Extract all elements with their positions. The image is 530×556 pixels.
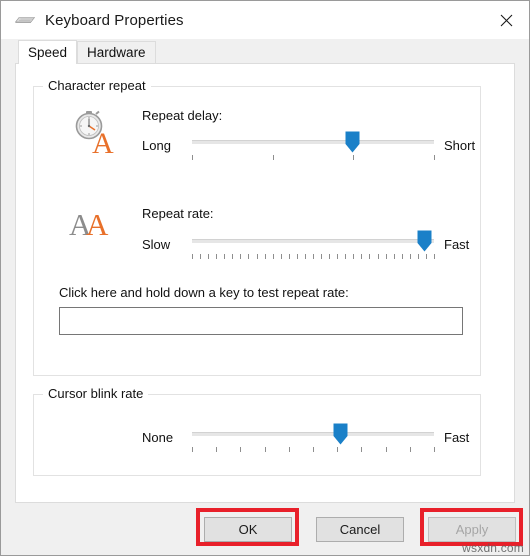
repeat-rate-slider[interactable] — [192, 230, 435, 260]
group-character-repeat-title: Character repeat — [43, 78, 151, 93]
group-cursor-blink-rate: Cursor blink rate None Fast — [33, 386, 481, 476]
repeat-delay-label: Repeat delay: — [142, 108, 223, 123]
ok-button[interactable]: OK — [204, 517, 292, 542]
tab-hardware[interactable]: Hardware — [77, 41, 156, 63]
svg-text:A: A — [92, 127, 114, 155]
repeat-delay-slider-ticks — [192, 155, 435, 161]
title-bar: Keyboard Properties — [1, 1, 529, 39]
repeat-delay-min-label: Long — [142, 138, 171, 153]
cursor-blink-min-label: None — [142, 430, 174, 445]
tab-speed[interactable]: Speed — [18, 40, 78, 64]
group-character-repeat: Character repeat A Repeat delay: Long Sh… — [33, 78, 481, 376]
repeat-rate-slider-track[interactable] — [192, 239, 434, 243]
stopwatch-letter-a-icon: A — [69, 109, 117, 160]
tab-strip: Speed Hardware — [1, 39, 529, 64]
cursor-blink-rate-slider-thumb[interactable] — [333, 423, 348, 445]
cursor-blink-rate-slider[interactable] — [192, 423, 435, 453]
double-letter-a-icon: A A — [69, 205, 117, 242]
window-title: Keyboard Properties — [45, 11, 184, 29]
close-icon[interactable] — [484, 1, 529, 39]
cancel-button[interactable]: Cancel — [316, 517, 404, 542]
repeat-rate-min-label: Slow — [142, 237, 171, 252]
repeat-rate-slider-ticks — [192, 254, 435, 260]
cursor-blink-rate-slider-ticks — [192, 447, 435, 453]
cursor-blink-max-label: Fast — [444, 430, 470, 445]
keyboard-icon — [14, 11, 36, 29]
repeat-rate-max-label: Fast — [444, 237, 470, 252]
keyboard-properties-window: Keyboard Properties Speed Hardware Chara… — [0, 0, 530, 556]
group-cursor-blink-rate-title: Cursor blink rate — [43, 386, 149, 401]
tab-page-speed: Character repeat A Repeat delay: Long Sh… — [15, 63, 515, 503]
repeat-delay-slider-thumb[interactable] — [345, 131, 360, 153]
repeat-test-caption: Click here and hold down a key to test r… — [59, 285, 349, 300]
apply-button: Apply — [428, 517, 516, 542]
dialog-button-bar: OK Cancel Apply — [1, 503, 529, 555]
watermark: wsxdn.com — [462, 541, 524, 555]
repeat-delay-slider-track[interactable] — [192, 140, 434, 144]
repeat-rate-label: Repeat rate: — [142, 206, 214, 221]
repeat-delay-slider[interactable] — [192, 131, 435, 161]
repeat-rate-slider-thumb[interactable] — [417, 230, 432, 252]
repeat-test-input[interactable] — [59, 307, 463, 335]
repeat-delay-max-label: Short — [444, 138, 476, 153]
cursor-blink-rate-slider-track[interactable] — [192, 432, 434, 436]
svg-text:A: A — [86, 207, 109, 241]
